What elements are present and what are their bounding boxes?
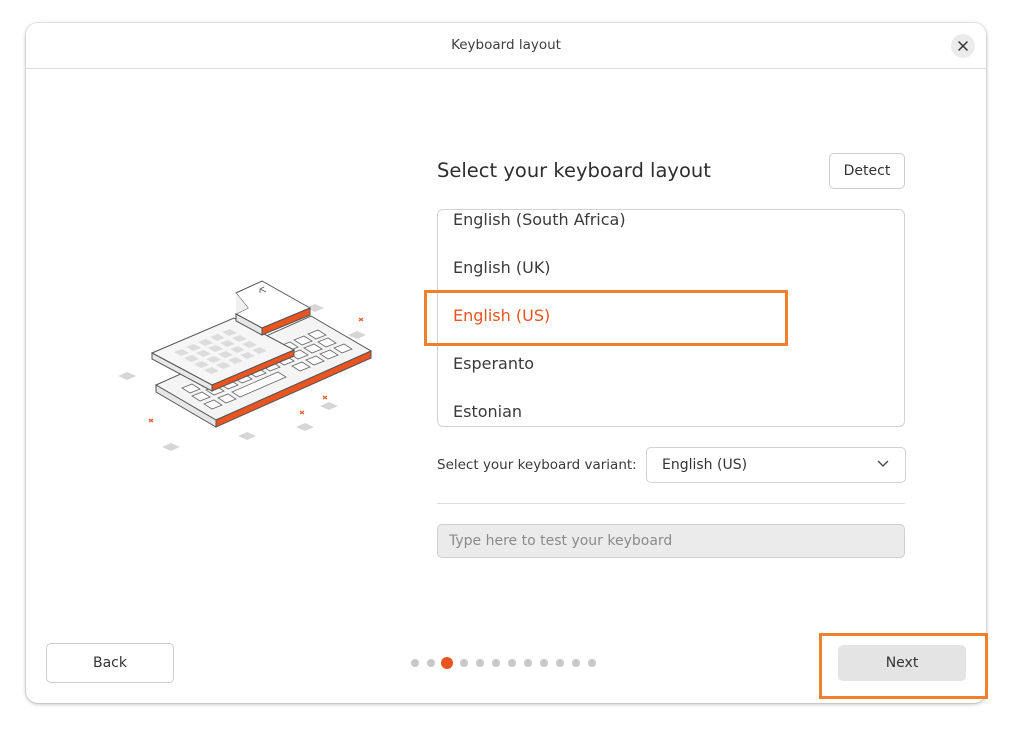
list-item[interactable]: English (South Africa) — [438, 210, 904, 246]
page-dot — [476, 659, 484, 667]
close-button[interactable] — [951, 34, 975, 58]
page-heading: Select your keyboard layout — [437, 159, 711, 182]
variant-dropdown[interactable]: English (US) — [646, 447, 906, 483]
close-icon — [958, 41, 968, 51]
page-dot — [427, 659, 435, 667]
list-item-label: Estonian — [453, 402, 523, 421]
separator — [437, 503, 905, 504]
detect-button[interactable]: Detect — [829, 153, 905, 189]
page-dot — [508, 659, 516, 667]
installer-window: Keyboard layout Select your keyboard lay… — [26, 23, 986, 703]
keyboard-test-input[interactable] — [437, 524, 905, 558]
window-title: Keyboard layout — [451, 37, 561, 53]
list-item[interactable]: Esperanto — [438, 342, 904, 390]
layout-list[interactable]: English (South Africa) English (UK) Engl… — [437, 209, 905, 427]
keyboard-illustration-icon — [118, 280, 373, 451]
list-item-label: English (South Africa) — [453, 210, 626, 229]
page-dot — [492, 659, 500, 667]
list-item-label: English (UK) — [453, 258, 551, 277]
page-dot-current — [441, 657, 453, 669]
page-dot — [588, 659, 596, 667]
page-dot — [460, 659, 468, 667]
page-dot — [524, 659, 532, 667]
page-dot — [556, 659, 564, 667]
list-item[interactable]: English (UK) — [438, 246, 904, 294]
next-button[interactable]: Next — [838, 645, 966, 681]
title-bar: Keyboard layout — [26, 23, 986, 69]
list-item[interactable]: Estonian — [438, 390, 904, 426]
list-item-label: English (US) — [453, 306, 551, 325]
list-item-selected[interactable]: English (US) — [438, 294, 904, 342]
page-dot — [411, 659, 419, 667]
variant-label: Select your keyboard variant: — [437, 457, 637, 473]
variant-value: English (US) — [662, 457, 748, 473]
page-dot — [540, 659, 548, 667]
page-dot — [572, 659, 580, 667]
chevron-down-icon — [877, 460, 889, 467]
list-item-label: Esperanto — [453, 354, 535, 373]
back-button[interactable]: Back — [46, 643, 174, 683]
